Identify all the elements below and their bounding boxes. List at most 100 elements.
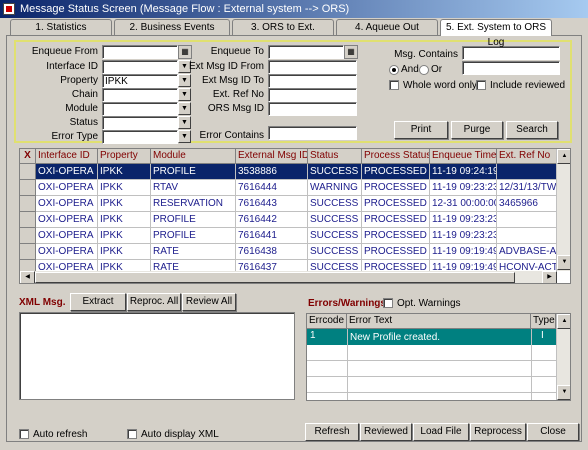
- ors-msg-id-field[interactable]: [268, 102, 357, 116]
- column-header[interactable]: Status: [308, 149, 362, 164]
- table-row[interactable]: OXI-OPERA IPKK RTAV 7616444 WARNING PROCESSED…: [20, 180, 557, 196]
- msg-contains-label: Msg. Contains: [394, 49, 458, 60]
- reproc-all-button[interactable]: Reproc. All: [127, 293, 181, 311]
- scroll-right-icon[interactable]: ▶: [542, 271, 557, 283]
- xml-message-textarea[interactable]: [19, 312, 295, 400]
- dropdown-arrow-icon[interactable]: ▼: [178, 116, 191, 129]
- module-field[interactable]: [102, 102, 178, 116]
- row-selector[interactable]: [20, 244, 36, 260]
- msg-contains-second-field[interactable]: [462, 61, 560, 75]
- or-label: Or: [431, 64, 443, 75]
- error-contains-field[interactable]: [268, 126, 357, 140]
- table-row[interactable]: OXI-OPERA IPKK RATE 7616438 SUCCESS PROCESSED…: [20, 244, 557, 260]
- column-header[interactable]: Enqueue Time: [430, 149, 497, 164]
- error-row-empty: [307, 361, 556, 377]
- opt-warnings-checkbox[interactable]: [383, 298, 393, 308]
- whole-word-checkbox[interactable]: [389, 80, 399, 90]
- enqueue-to-label: Enqueue To: [210, 46, 264, 57]
- or-radio[interactable]: [419, 65, 429, 75]
- xml-msg-label: XML Msg.: [19, 297, 66, 308]
- tab-ext-system-to-ors-log[interactable]: 5. Ext. System to ORS Log: [440, 19, 552, 48]
- error-row-empty: [307, 377, 556, 393]
- chain-field[interactable]: [102, 88, 178, 102]
- row-selector[interactable]: [20, 212, 36, 228]
- table-row[interactable]: OXI-OPERA IPKK PROFILE 3538886 SUCCESS PROCES…: [20, 164, 557, 180]
- table-cell: SUCCESS: [308, 164, 362, 180]
- ext-msg-id-from-field[interactable]: [268, 60, 357, 74]
- include-reviewed-checkbox[interactable]: [476, 80, 486, 90]
- errors-vertical-scrollbar[interactable]: ▲ ▼: [556, 314, 570, 400]
- error-type-field[interactable]: [102, 130, 178, 144]
- row-selector[interactable]: [20, 164, 36, 180]
- interface-id-field[interactable]: [102, 60, 178, 74]
- auto-refresh-checkbox[interactable]: [19, 429, 29, 439]
- column-header[interactable]: Type: [531, 314, 556, 329]
- review-all-button[interactable]: Review All: [182, 293, 236, 311]
- table-cell: 12/31/13/TWIN: [497, 180, 557, 196]
- tab-ors-to-ext-system-log[interactable]: 3. ORS to Ext. System Log: [232, 19, 334, 48]
- column-header[interactable]: Errcode: [307, 314, 347, 329]
- scroll-down-icon[interactable]: ▼: [557, 255, 570, 270]
- column-header[interactable]: External Msg ID: [236, 149, 308, 164]
- column-header[interactable]: Interface ID: [36, 149, 98, 164]
- msg-contains-field[interactable]: [462, 46, 560, 60]
- scroll-up-icon[interactable]: ▲: [557, 149, 570, 164]
- enqueue-to-field[interactable]: [268, 45, 344, 59]
- interface-id-label: Interface ID: [46, 61, 98, 72]
- error-row[interactable]: 1 New Profile created. I: [307, 329, 556, 345]
- column-header[interactable]: Error Text: [347, 314, 531, 329]
- row-selector[interactable]: [20, 180, 36, 196]
- x-column-header[interactable]: X: [20, 149, 36, 164]
- table-row[interactable]: OXI-OPERA IPKK PROFILE 7616442 SUCCESS PROCES…: [20, 212, 557, 228]
- auto-display-xml-checkbox[interactable]: [127, 429, 137, 439]
- table-cell: PROCESSED: [362, 180, 430, 196]
- print-button[interactable]: Print: [394, 121, 448, 139]
- opt-warnings-label: Opt. Warnings: [397, 298, 461, 309]
- table-cell: OXI-OPERA: [36, 244, 98, 260]
- table-cell: SUCCESS: [308, 212, 362, 228]
- extract-xml-button[interactable]: Extract XML: [70, 293, 126, 323]
- table-cell: [497, 164, 557, 180]
- ext-ref-no-field[interactable]: [268, 88, 357, 102]
- table-row[interactable]: OXI-OPERA IPKK RESERVATION 7616443 SUCCESS PR…: [20, 196, 557, 212]
- reviewed-button[interactable]: Reviewed: [360, 423, 412, 441]
- table-cell: 7616441: [236, 228, 308, 244]
- reprocess-button[interactable]: Reprocess: [470, 423, 526, 441]
- error-contains-label: Error Contains: [199, 130, 264, 141]
- and-radio[interactable]: [389, 65, 399, 75]
- table-row[interactable]: OXI-OPERA IPKK PROFILE 7616441 SUCCESS PROCES…: [20, 228, 557, 244]
- row-selector[interactable]: [20, 228, 36, 244]
- load-file-button[interactable]: Load File: [413, 423, 469, 441]
- tab-business-events-outqueue[interactable]: 2. Business Events Outqueue: [114, 19, 230, 48]
- status-field[interactable]: [102, 116, 178, 130]
- search-button[interactable]: Search: [506, 121, 558, 139]
- enqueue-from-field[interactable]: [102, 45, 178, 59]
- calendar-icon[interactable]: ▦: [178, 45, 192, 59]
- scroll-up-icon[interactable]: ▲: [557, 314, 570, 329]
- table-cell: OXI-OPERA: [36, 180, 98, 196]
- auto-refresh-label: Auto refresh: [33, 429, 88, 440]
- calendar-icon[interactable]: ▦: [344, 45, 358, 59]
- message-grid: X Interface ID Property Module External …: [19, 148, 571, 284]
- refresh-button[interactable]: Refresh: [305, 423, 359, 441]
- scroll-thumb[interactable]: [35, 272, 515, 283]
- column-header[interactable]: Property: [98, 149, 151, 164]
- grid-horizontal-scrollbar[interactable]: ◀ ▶: [20, 271, 557, 283]
- scroll-down-icon[interactable]: ▼: [557, 385, 570, 400]
- purge-button[interactable]: Purge: [451, 121, 503, 139]
- close-button[interactable]: Close: [527, 423, 579, 441]
- grid-vertical-scrollbar[interactable]: ▲ ▼: [556, 149, 570, 271]
- tab-aqueue-out[interactable]: 4. Aqueue Out: [336, 19, 438, 35]
- and-label: And: [401, 64, 419, 75]
- table-cell: ADVBASE-ACT: [497, 244, 557, 260]
- column-header[interactable]: Module: [151, 149, 236, 164]
- tab-label: 4. Aqueue Out: [355, 22, 419, 33]
- column-header[interactable]: Ext. Ref No: [497, 149, 557, 164]
- row-selector[interactable]: [20, 196, 36, 212]
- ext-msg-id-from-label: Ext Msg ID From: [188, 61, 264, 72]
- tab-statistics[interactable]: 1. Statistics: [10, 19, 112, 35]
- ext-msg-id-to-field[interactable]: [268, 74, 357, 88]
- scroll-left-icon[interactable]: ◀: [20, 271, 35, 283]
- property-field[interactable]: IPKK: [102, 74, 178, 88]
- column-header[interactable]: Process Status: [362, 149, 430, 164]
